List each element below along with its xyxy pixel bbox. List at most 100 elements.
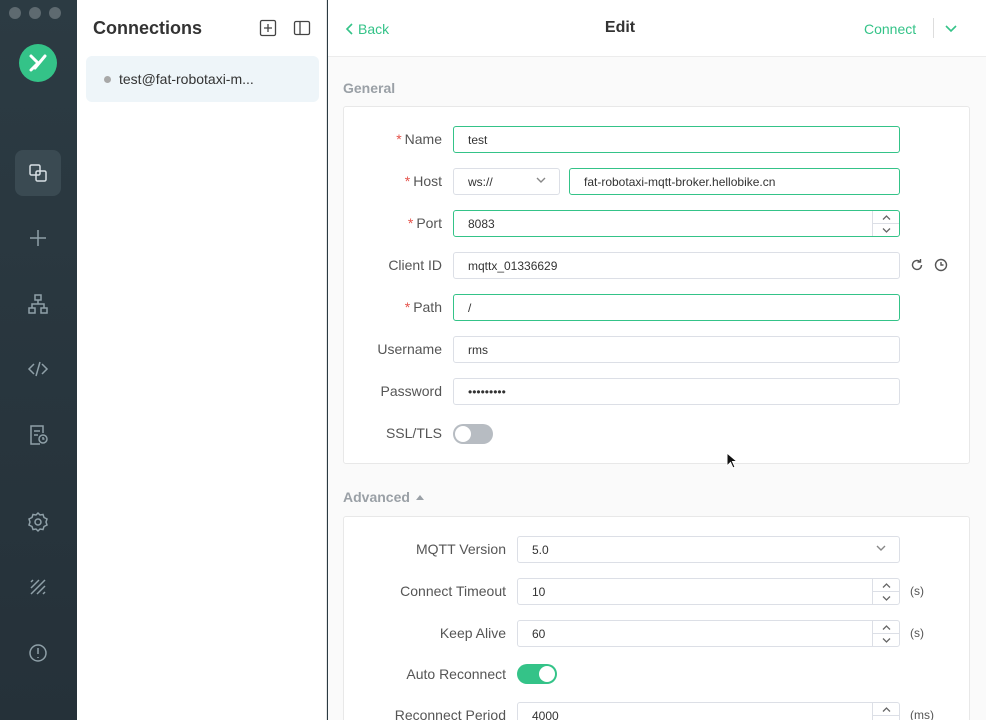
toggle-knob — [455, 426, 471, 442]
timestamp-client-id-button[interactable] — [934, 258, 948, 272]
reconnect-period-increment[interactable] — [873, 703, 899, 715]
edit-topbar: Back Edit Connect — [328, 0, 986, 57]
advanced-section-label: Advanced — [343, 489, 410, 505]
app-logo — [19, 44, 57, 82]
general-card: * Name test * Host ws:// fat-robotaxi-mqtt… — [343, 106, 970, 464]
info-icon — [29, 644, 47, 662]
username-label: Username — [377, 341, 442, 357]
keep-alive-decrement[interactable] — [873, 633, 899, 646]
host-input[interactable]: fat-robotaxi-mqtt-broker.hellobike.cn — [569, 168, 900, 195]
reconnect-period-value: 4000 — [532, 708, 559, 720]
connect-timeout-label: Connect Timeout — [400, 583, 506, 599]
minimize-window-button[interactable] — [29, 7, 41, 19]
connect-timeout-increment[interactable] — [873, 579, 899, 591]
rail-log-button[interactable] — [15, 412, 61, 458]
connect-timeout-decrement[interactable] — [873, 591, 899, 604]
refresh-icon — [911, 259, 923, 271]
name-input[interactable]: test — [453, 126, 900, 153]
advanced-section-toggle[interactable]: Advanced — [343, 489, 425, 505]
connect-options-button[interactable] — [943, 20, 959, 36]
chevron-up-icon — [882, 214, 890, 220]
connections-panel: Connections test@fat-robotaxi-m... — [77, 0, 327, 720]
rail-about-button[interactable] — [15, 630, 61, 676]
rail-connections-button[interactable] — [15, 150, 61, 196]
maximize-window-button[interactable] — [49, 7, 61, 19]
chevron-down-icon — [882, 227, 890, 233]
connections-title: Connections — [93, 18, 203, 38]
host-label: * Host — [404, 173, 442, 189]
chevron-down-icon — [535, 174, 547, 189]
sidebar-layout-icon — [293, 20, 311, 36]
toggle-knob — [539, 666, 555, 682]
reconnect-period-stepper — [872, 703, 899, 720]
app-sidebar-rail — [0, 0, 77, 720]
connect-timeout-unit: (s) — [910, 584, 924, 598]
topology-icon — [28, 294, 48, 314]
rail-subscriptions-button[interactable] — [15, 564, 61, 610]
chevron-down-icon — [945, 25, 957, 33]
close-window-button[interactable] — [9, 7, 21, 19]
connect-timeout-input[interactable]: 10 — [517, 578, 900, 605]
chevron-up-icon — [882, 706, 890, 712]
keep-alive-value: 60 — [532, 626, 546, 641]
rail-script-button[interactable] — [15, 346, 61, 392]
chevron-up-icon — [882, 582, 890, 588]
client-id-input[interactable]: mqttx_01336629 — [453, 252, 900, 279]
chevron-down-icon — [882, 595, 890, 601]
mqtt-version-select[interactable]: 5.0 — [517, 536, 900, 563]
username-input[interactable]: rms — [453, 336, 900, 363]
keep-alive-unit: (s) — [910, 626, 924, 640]
rail-settings-button[interactable] — [15, 499, 61, 545]
code-icon — [27, 361, 49, 377]
chevron-down-icon — [882, 637, 890, 643]
port-label: * Port — [407, 215, 442, 231]
caret-up-icon — [415, 495, 424, 500]
client-id-label: Client ID — [388, 257, 442, 273]
connection-list-item[interactable]: test@fat-robotaxi-m... — [86, 56, 319, 102]
edit-connection-view: Back Edit Connect General * Name test * Ho… — [328, 0, 986, 720]
new-connection-button[interactable] — [258, 18, 278, 38]
connect-timeout-stepper — [872, 579, 899, 604]
port-stepper — [872, 211, 899, 236]
keep-alive-label: Keep Alive — [439, 625, 506, 641]
keep-alive-increment[interactable] — [873, 621, 899, 633]
connection-name: test@fat-robotaxi-m... — [119, 71, 254, 87]
general-section-label: General — [343, 80, 396, 96]
port-value: 8083 — [468, 216, 495, 231]
chevron-down-icon — [875, 542, 887, 557]
path-input[interactable]: / — [453, 294, 900, 321]
auto-reconnect-label: Auto Reconnect — [406, 666, 506, 682]
keep-alive-input[interactable]: 60 — [517, 620, 900, 647]
mqtt-version-value: 5.0 — [532, 542, 549, 557]
reconnect-period-unit: (ms) — [910, 708, 934, 720]
gear-icon — [28, 511, 48, 533]
mouse-cursor-icon — [726, 452, 738, 469]
auto-reconnect-toggle[interactable] — [517, 664, 557, 684]
reconnect-period-label: Reconnect Period — [394, 707, 506, 720]
ssl-label: SSL/TLS — [385, 425, 442, 441]
protocol-select[interactable]: ws:// — [453, 168, 560, 195]
ssl-toggle[interactable] — [453, 424, 493, 444]
connect-timeout-value: 10 — [532, 584, 546, 599]
name-label: * Name — [396, 131, 442, 147]
clock-icon — [934, 258, 948, 272]
advanced-card: MQTT Version 5.0 Connect Timeout 10 (s) … — [343, 516, 970, 720]
port-increment-button[interactable] — [873, 211, 899, 223]
rail-topology-button[interactable] — [15, 281, 61, 327]
path-label: * Path — [404, 299, 442, 315]
port-decrement-button[interactable] — [873, 223, 899, 236]
chevron-up-icon — [882, 624, 890, 630]
password-input[interactable]: ••••••••• — [453, 378, 900, 405]
reconnect-period-input[interactable]: 4000 — [517, 702, 900, 720]
port-input[interactable]: 8083 — [453, 210, 900, 237]
plus-icon — [30, 230, 46, 246]
refresh-client-id-button[interactable] — [910, 258, 924, 272]
protocol-value: ws:// — [468, 174, 493, 189]
keep-alive-stepper — [872, 621, 899, 646]
reconnect-period-decrement[interactable] — [873, 715, 899, 720]
page-title: Edit — [604, 19, 636, 36]
rss-icon — [30, 579, 46, 595]
connect-button[interactable]: Connect — [864, 21, 916, 37]
rail-new-connection-button[interactable] — [15, 215, 61, 261]
toggle-panel-button[interactable] — [292, 18, 312, 38]
